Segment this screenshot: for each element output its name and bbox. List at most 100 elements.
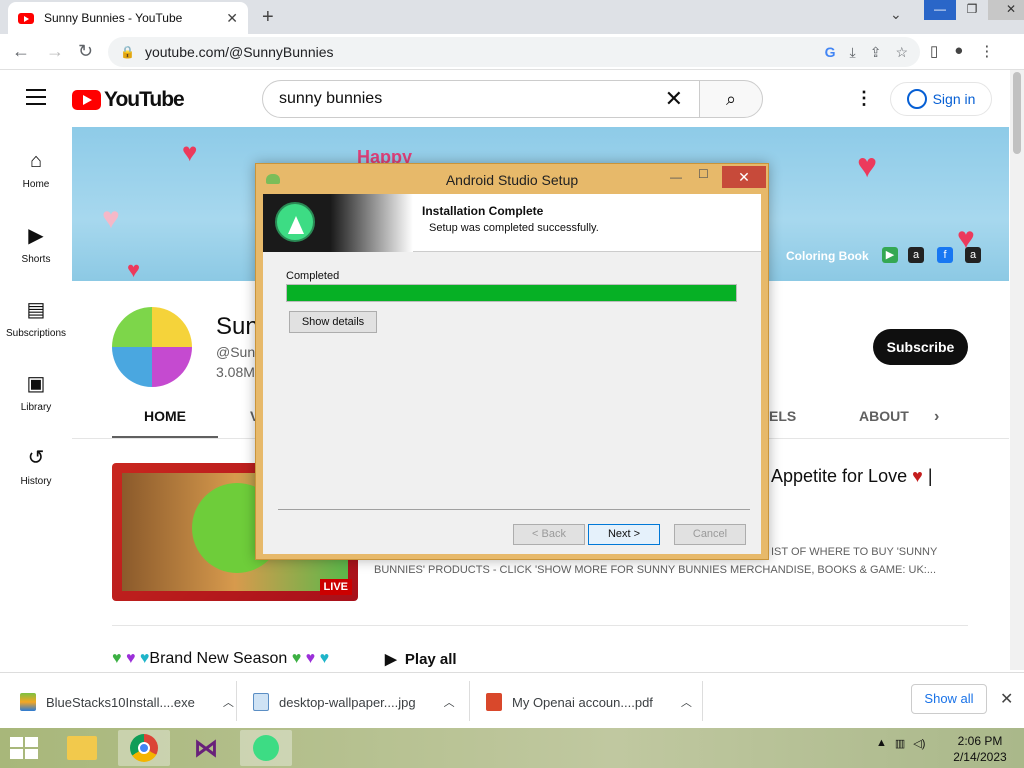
- heart-icon: ♥: [127, 257, 141, 281]
- page-scrollbar[interactable]: [1010, 70, 1024, 670]
- install-icon[interactable]: ⤓: [850, 44, 856, 61]
- window-restore-icon[interactable]: ❐: [956, 0, 988, 20]
- sidebar-item-library[interactable]: ▣ Library: [0, 371, 72, 413]
- volume-icon[interactable]: ◁): [913, 737, 925, 750]
- video-title-text: Appetite for Love: [771, 466, 908, 486]
- hamburger-menu-icon[interactable]: [26, 89, 46, 105]
- green-heart-icon: ♥: [112, 650, 122, 667]
- show-details-button[interactable]: Show details: [289, 311, 377, 333]
- window-controls: — ❐ ✕: [924, 0, 1024, 20]
- install-heading: Installation Complete: [422, 204, 544, 218]
- sidebar-item-home[interactable]: ⌂ Home: [0, 150, 72, 190]
- tab-about[interactable]: ABOUT: [859, 408, 909, 424]
- forward-arrow-icon[interactable]: →: [46, 41, 64, 62]
- tab-search-chevron-icon[interactable]: ⌄: [890, 6, 902, 23]
- show-all-downloads-button[interactable]: Show all: [911, 684, 987, 714]
- amazon-icon[interactable]: a: [965, 247, 981, 263]
- heart-icon: ♥: [857, 147, 878, 185]
- close-downloads-icon[interactable]: ✕: [1000, 689, 1013, 709]
- side-panel-icon[interactable]: ▯: [930, 42, 938, 60]
- chevron-up-icon[interactable]: ︿: [681, 694, 692, 710]
- visual-studio-icon[interactable]: ⋈: [180, 730, 232, 766]
- sidebar-item-shorts[interactable]: ▶ Shorts: [0, 223, 72, 265]
- chrome-menu-icon[interactable]: ⋮: [979, 42, 994, 60]
- install-subheading: Setup was completed successfully.: [429, 222, 599, 234]
- amazon-icon[interactable]: a: [908, 247, 924, 263]
- chevron-up-icon[interactable]: ︿: [223, 694, 234, 710]
- coloring-book-link[interactable]: Coloring Book: [786, 249, 869, 263]
- settings-kebab-icon[interactable]: ⋮: [855, 88, 873, 109]
- reload-icon[interactable]: ↻: [78, 41, 93, 62]
- search-icon: ⌕: [725, 89, 737, 109]
- url-omnibox[interactable]: 🔒 youtube.com/@SunnyBunnies G ⤓ ⇪ ☆: [108, 37, 920, 67]
- play-icon: ▶: [385, 651, 397, 668]
- tab-home[interactable]: HOME: [112, 408, 218, 424]
- bookmark-star-icon[interactable]: ☆: [895, 44, 908, 61]
- back-arrow-icon[interactable]: ←: [12, 41, 30, 62]
- play-all-label: Play all: [404, 651, 457, 668]
- dialog-maximize-icon[interactable]: ☐: [698, 167, 709, 181]
- tabs-chevron-right-icon[interactable]: ›: [934, 408, 939, 426]
- next-button[interactable]: Next >: [588, 524, 660, 545]
- file-explorer-icon[interactable]: [56, 730, 108, 766]
- downloads-bar: BlueStacks10Install....exe ︿ desktop-wal…: [0, 672, 1024, 728]
- channel-avatar[interactable]: [112, 307, 192, 387]
- profile-icon[interactable]: ●: [954, 42, 963, 60]
- search-button[interactable]: ⌕: [699, 80, 763, 118]
- download-item[interactable]: My Openai accoun....pdf ︿: [486, 693, 692, 711]
- download-filename: desktop-wallpaper....jpg: [279, 694, 416, 710]
- live-badge: LIVE: [319, 579, 352, 595]
- install-progress-bar: [286, 284, 737, 302]
- scrollbar-thumb[interactable]: [1013, 72, 1021, 154]
- divider: [236, 681, 237, 721]
- sidebar-item-label: History: [20, 476, 52, 487]
- youtube-logo-text: YouTube: [104, 88, 185, 111]
- new-tab-icon[interactable]: +: [262, 6, 274, 29]
- search-value: sunny bunnies: [279, 90, 383, 107]
- sign-in-button[interactable]: Sign in: [890, 82, 992, 116]
- windows-start-icon[interactable]: [10, 737, 38, 759]
- taskbar-clock[interactable]: 2:06 PM 2/14/2023: [940, 733, 1020, 765]
- setup-dialog: Android Studio Setup — ☐ ✕ Installation …: [255, 163, 769, 560]
- browser-tab[interactable]: Sunny Bunnies - YouTube ✕: [8, 2, 248, 34]
- download-item[interactable]: desktop-wallpaper....jpg ︿: [253, 693, 455, 711]
- sidebar-item-label: Home: [22, 179, 50, 190]
- search-input[interactable]: sunny bunnies ✕: [262, 80, 700, 118]
- sidebar-item-subscriptions[interactable]: ▤ Subscriptions: [0, 297, 72, 339]
- sidebar-item-label: Shorts: [21, 254, 51, 265]
- system-tray: ▲ ▥ ◁): [876, 737, 925, 750]
- youtube-logo[interactable]: YouTube: [72, 88, 185, 112]
- chrome-icon[interactable]: [118, 730, 170, 766]
- purple-heart-icon: ♥: [125, 650, 136, 667]
- back-button[interactable]: < Back: [513, 524, 585, 545]
- chevron-up-icon[interactable]: ︿: [444, 694, 455, 710]
- window-close-icon[interactable]: ✕: [988, 0, 1024, 20]
- dialog-minimize-icon[interactable]: —: [670, 170, 682, 184]
- google-play-icon[interactable]: ▶: [882, 247, 898, 263]
- featured-video-title[interactable]: Appetite for Love ♥ |: [771, 466, 933, 487]
- clear-search-icon[interactable]: ✕: [665, 86, 683, 112]
- dialog-close-icon[interactable]: ✕: [722, 166, 766, 188]
- progress-fill: [287, 285, 736, 301]
- tab-channels[interactable]: ELS: [769, 408, 796, 424]
- tab-close-icon[interactable]: ✕: [226, 10, 238, 27]
- subscriber-count: 3.08M: [216, 364, 255, 380]
- android-studio-logo-icon: [275, 202, 315, 242]
- cancel-button[interactable]: Cancel: [674, 524, 746, 545]
- window-minimize-icon[interactable]: —: [924, 0, 956, 20]
- purple-heart-icon: ♥: [305, 650, 316, 667]
- network-icon[interactable]: ▥: [895, 737, 905, 750]
- sidebar-item-history[interactable]: ↺ History: [0, 445, 72, 487]
- facebook-icon[interactable]: f: [937, 247, 953, 263]
- google-icon[interactable]: G: [825, 44, 836, 61]
- android-studio-icon[interactable]: [240, 730, 292, 766]
- download-item[interactable]: BlueStacks10Install....exe ︿: [20, 693, 234, 711]
- channel-name: Sun: [216, 313, 259, 340]
- share-icon[interactable]: ⇪: [870, 44, 882, 61]
- account-circle-icon: [906, 89, 927, 109]
- play-all-button[interactable]: ▶ Play all: [385, 650, 457, 668]
- playlist-title[interactable]: ♥ ♥ ♥Brand New Season ♥ ♥ ♥: [112, 650, 329, 668]
- tray-chevron-icon[interactable]: ▲: [876, 737, 887, 750]
- pdf-file-icon: [486, 693, 502, 711]
- subscribe-button[interactable]: Subscribe: [873, 329, 968, 365]
